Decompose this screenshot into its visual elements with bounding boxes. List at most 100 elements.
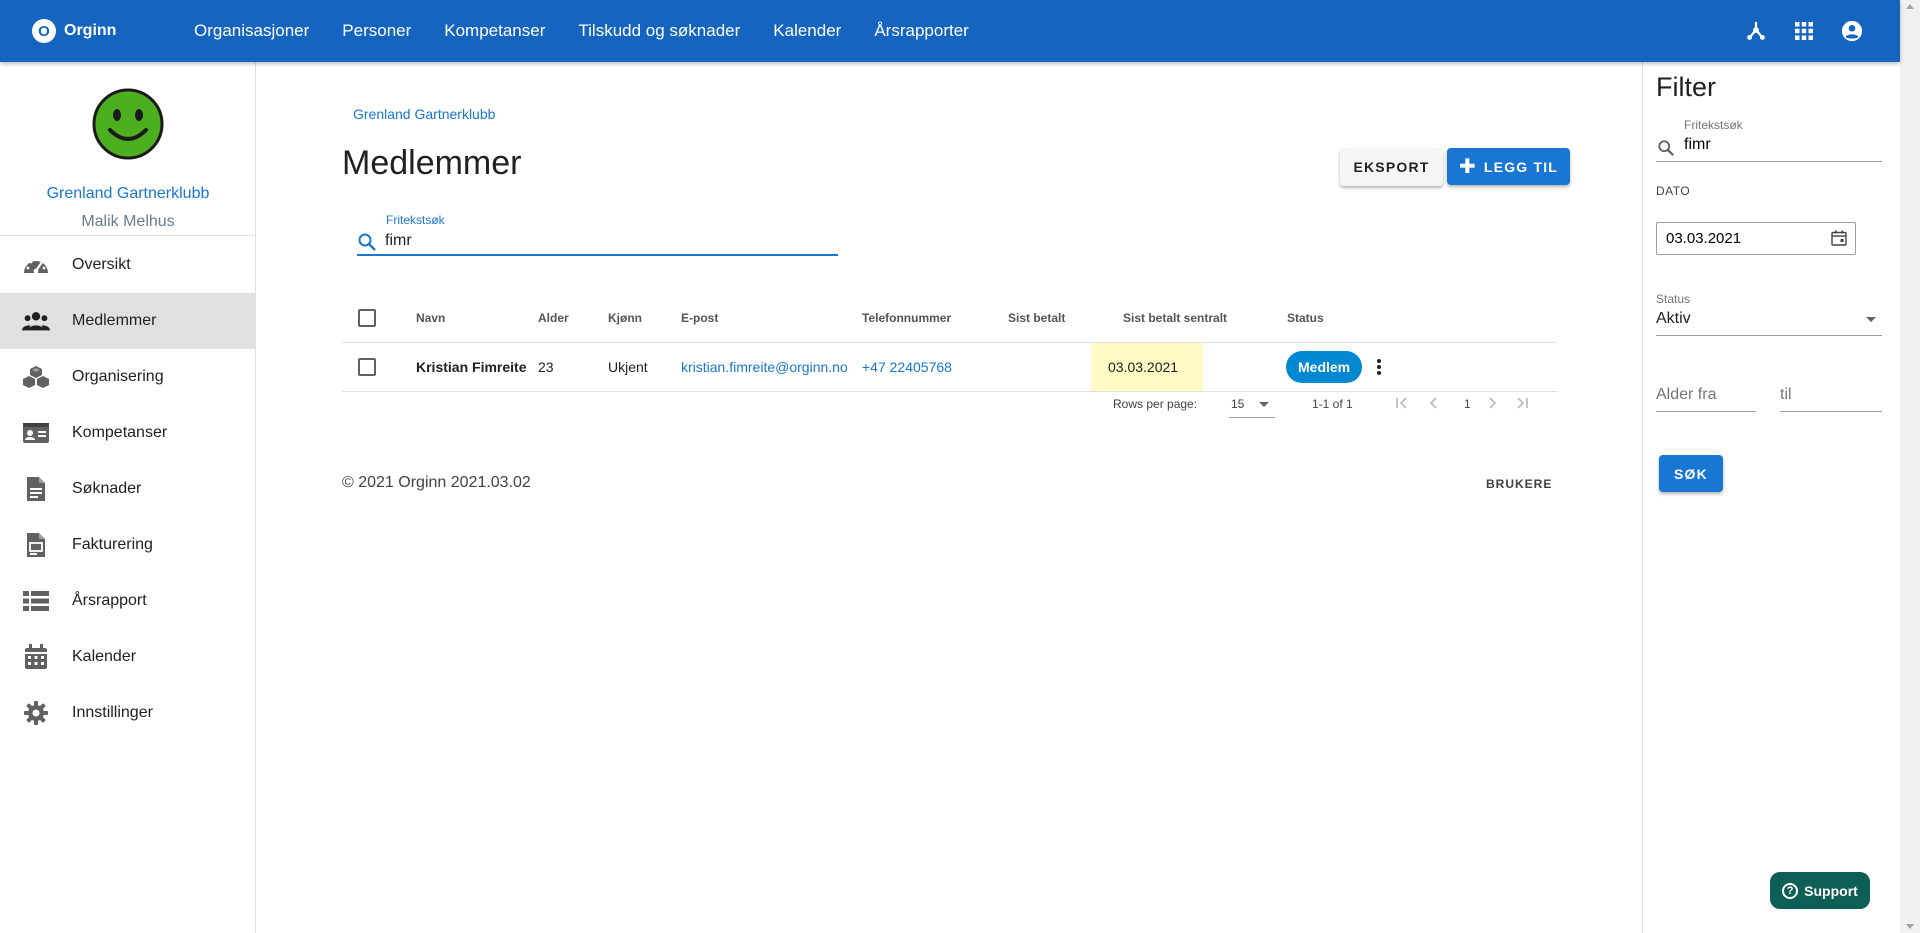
- id-card-icon: [22, 419, 50, 447]
- header-sist-betalt[interactable]: Sist betalt: [1008, 294, 1065, 342]
- help-icon: ?: [1782, 882, 1799, 899]
- member-name[interactable]: Kristian Fimreite: [416, 343, 526, 391]
- sidebar-item-organisering[interactable]: Organisering: [0, 349, 256, 405]
- sidebar-item-kalender[interactable]: Kalender: [0, 629, 256, 685]
- filter-search-button[interactable]: SØK: [1659, 455, 1723, 492]
- member-email[interactable]: kristian.fimreite@orginn.no: [681, 343, 848, 391]
- more-vert-icon[interactable]: [1367, 355, 1391, 379]
- filter-search-input[interactable]: [1684, 136, 1874, 154]
- search-icon: [1657, 139, 1675, 157]
- nav-kalender[interactable]: Kalender: [773, 21, 841, 41]
- sidebar-user-name: Malik Melhus: [81, 213, 175, 230]
- sidebar-item-label: Innstillinger: [72, 704, 153, 721]
- sidebar-item-medlemmer[interactable]: Medlemmer: [0, 293, 256, 349]
- invoice-icon: [22, 531, 50, 559]
- filter-search-label: Fritekstsøk: [1684, 118, 1743, 132]
- list-icon: [22, 587, 50, 615]
- status-value: Aktiv: [1656, 310, 1691, 327]
- calendar-icon[interactable]: [1831, 230, 1849, 248]
- scroll-down-icon[interactable]: [1906, 924, 1914, 929]
- pagination-range: 1-1 of 1: [1312, 397, 1353, 411]
- support-button[interactable]: ? Support: [1770, 872, 1870, 909]
- age-from-input[interactable]: [1656, 386, 1751, 404]
- nav-arsrapporter[interactable]: Årsrapporter: [874, 21, 968, 41]
- hierarchy-icon[interactable]: [1744, 19, 1768, 43]
- status-cell: Medlem: [1286, 343, 1363, 391]
- apps-grid-icon[interactable]: [1792, 19, 1816, 43]
- rows-per-page-value: 15: [1231, 397, 1245, 411]
- status-select[interactable]: Status Aktiv: [1656, 290, 1882, 336]
- header-alder[interactable]: Alder: [538, 294, 569, 342]
- rows-per-page-label: Rows per page:: [1113, 397, 1198, 411]
- caret-down-icon: [1259, 402, 1269, 407]
- brand-logo[interactable]: O Orginn: [32, 19, 162, 43]
- row-checkbox[interactable]: [358, 358, 376, 376]
- main-content: Grenland Gartnerklubb Medlemmer EKSPORT …: [257, 62, 1642, 933]
- sidebar-item-innstillinger[interactable]: Innstillinger: [0, 685, 256, 741]
- filter-title: Filter: [1656, 72, 1716, 102]
- support-label: Support: [1804, 882, 1858, 899]
- search-input[interactable]: [385, 230, 825, 252]
- status-label: Status: [1656, 292, 1691, 306]
- select-all-cell: [358, 294, 376, 342]
- header-telefon[interactable]: Telefonnummer: [862, 294, 951, 342]
- add-member-label: LEGG TIL: [1483, 158, 1559, 175]
- select-all-checkbox[interactable]: [358, 309, 376, 327]
- header-navn[interactable]: Navn: [416, 294, 445, 342]
- breadcrumb[interactable]: Grenland Gartnerklubb: [353, 106, 495, 122]
- date-input[interactable]: [1666, 230, 1816, 247]
- date-field: [1656, 222, 1856, 255]
- sidebar-item-label: Kompetanser: [72, 424, 168, 441]
- sidebar-item-soknader[interactable]: Søknader: [0, 461, 256, 517]
- header-epost[interactable]: E-post: [681, 294, 718, 342]
- member-last-paid: 03.03.2021: [1091, 343, 1203, 391]
- nav-personer[interactable]: Personer: [342, 21, 411, 41]
- sidebar-org-name[interactable]: Grenland Gartnerklubb: [0, 185, 256, 203]
- brand-name: Orginn: [64, 22, 117, 39]
- sidebar-item-arsrapport[interactable]: Årsrapport: [0, 573, 256, 629]
- status-badge[interactable]: Medlem: [1286, 351, 1363, 383]
- sidebar-item-oversikt[interactable]: Oversikt: [0, 237, 256, 293]
- members-table: Navn Alder Kjønn E-post Telefonnummer Si…: [342, 294, 1557, 392]
- account-circle-icon[interactable]: [1840, 19, 1864, 43]
- next-page-icon[interactable]: [1480, 391, 1504, 415]
- page-title: Medlemmer: [342, 144, 522, 182]
- age-to-field: [1780, 380, 1882, 412]
- sidebar: Grenland Gartnerklubb Malik Melhus Overs…: [0, 62, 256, 933]
- sidebar-item-label: Fakturering: [72, 536, 153, 553]
- member-phone[interactable]: +47 22405768: [862, 343, 952, 391]
- footer-users-link[interactable]: BRUKERE: [1486, 477, 1552, 491]
- first-page-icon[interactable]: [1390, 391, 1414, 415]
- sidebar-item-fakturering[interactable]: Fakturering: [0, 517, 256, 573]
- nav-kompetanser[interactable]: Kompetanser: [444, 21, 545, 41]
- sidebar-item-label: Søknader: [72, 480, 142, 497]
- top-app-bar: O Orginn Organisasjoner Personer Kompeta…: [0, 0, 1900, 62]
- member-age: 23: [538, 359, 554, 375]
- table-pagination: Rows per page: 15 1-1 of 1 1: [342, 390, 1557, 430]
- export-button[interactable]: EKSPORT: [1340, 148, 1443, 186]
- prev-page-icon[interactable]: [1422, 391, 1446, 415]
- header-kjonn[interactable]: Kjønn: [608, 294, 642, 342]
- app-root: O Orginn Organisasjoner Personer Kompeta…: [0, 0, 1920, 933]
- caret-down-icon: [1866, 317, 1876, 322]
- page-scrollbar[interactable]: [1900, 0, 1920, 933]
- rows-per-page-select[interactable]: 15: [1229, 392, 1275, 418]
- nav-organisasjoner[interactable]: Organisasjoner: [194, 21, 309, 41]
- member-gender: Ukjent: [608, 359, 648, 375]
- last-page-icon[interactable]: [1510, 391, 1534, 415]
- date-label: DATO: [1656, 184, 1691, 198]
- speedometer-icon: [22, 251, 50, 279]
- search-label: Fritekstsøk: [386, 213, 445, 227]
- row-actions-cell: [1367, 343, 1391, 391]
- sidebar-menu: Oversikt Medlemmer Organisering Kompetan…: [0, 237, 256, 741]
- header-sist-betalt-sentralt[interactable]: Sist betalt sentralt: [1123, 294, 1227, 342]
- table-row[interactable]: Kristian Fimreite 23 Ukjent kristian.fim…: [342, 343, 1557, 392]
- filter-panel: Filter Fritekstsøk DATO Status Aktiv SØK: [1642, 62, 1900, 933]
- age-to-input[interactable]: [1780, 386, 1875, 404]
- header-status[interactable]: Status: [1287, 294, 1324, 342]
- nav-tilskudd[interactable]: Tilskudd og søknader: [578, 21, 740, 41]
- scroll-up-icon[interactable]: [1906, 4, 1914, 9]
- add-member-button[interactable]: ✚ LEGG TIL: [1447, 148, 1570, 185]
- sidebar-item-kompetanser[interactable]: Kompetanser: [0, 405, 256, 461]
- current-page: 1: [1464, 397, 1471, 411]
